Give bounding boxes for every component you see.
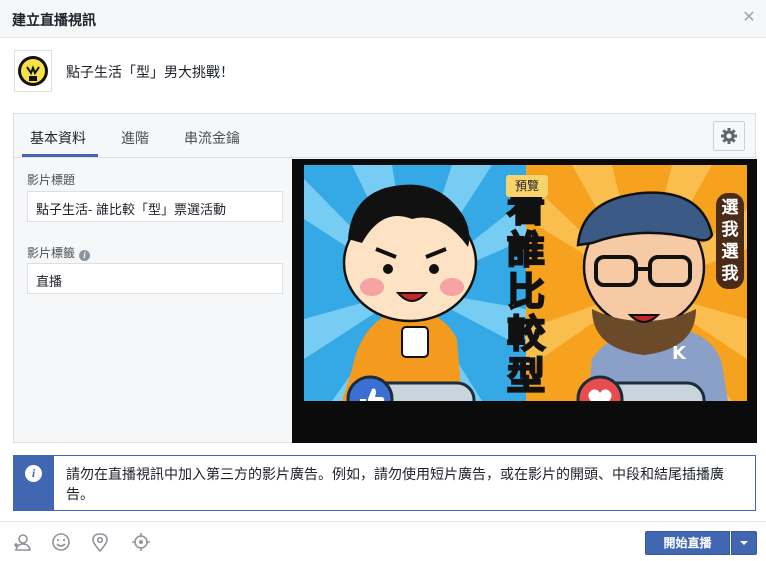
go-live-button[interactable]: 開始直播 [645,531,730,555]
tab-advanced[interactable]: 進階 [121,128,149,148]
ad-policy-notice: i 請勿在直播視訊中加入第三方的影片廣告。例如，請勿使用短片廣告，或在影片的開頭… [13,455,756,511]
info-icon: i [25,465,42,482]
active-tab-indicator [22,154,98,157]
tab-basic-info[interactable]: 基本資料 [30,128,86,148]
notice-icon-strip: i [14,456,54,510]
preview-badge: 預覽 [506,175,548,197]
close-icon[interactable]: ✕ [740,9,758,27]
video-preview: 選 我 選 我 K 看 誰 比 較 型 預覽 [292,159,757,443]
preview-thumbnail: 選 我 選 我 K 看 誰 比 較 型 [304,165,747,401]
vote-me-char-4: 我 [722,264,739,284]
chevron-down-icon [740,541,748,545]
target-audience-icon[interactable] [130,531,152,553]
vote-me-char-1: 選 [722,198,739,218]
title-char-4: 較 [507,312,546,356]
video-title-label: 影片標題 [27,173,76,187]
page-avatar [14,50,52,92]
notice-text: 請勿在直播視訊中加入第三方的影片廣告。例如，請勿使用短片廣告，或在影片的開頭、中… [66,466,724,502]
settings-button[interactable] [713,121,745,151]
tab-stream-key[interactable]: 串流金鑰 [184,128,240,148]
tag-people-icon[interactable] [12,531,34,553]
feeling-icon[interactable] [50,531,72,553]
footer-divider [0,521,766,522]
title-char-2: 誰 [507,228,545,272]
info-icon[interactable]: i [79,250,91,261]
vote-me-char-2: 我 [722,220,739,240]
video-tags-label: 影片標籤 i [27,244,91,261]
vote-me-char-3: 選 [722,242,739,262]
basic-info-form: 影片標題 點子生活- 誰比較「型」票選活動 影片標籤 i 直播 [14,159,292,443]
video-title-input[interactable]: 點子生活- 誰比較「型」票選活動 [27,191,283,222]
video-tags-input[interactable]: 直播 [27,263,283,294]
dialog-header: 建立直播視訊 ✕ [0,0,766,38]
k-logo: K [672,343,687,364]
dialog-title: 建立直播視訊 [12,12,96,28]
title-char-3: 比 [507,270,545,314]
page-name: 點子生活「型」男大挑戰！ [66,64,234,80]
title-char-5: 型 [507,354,545,398]
lightbulb-logo-icon [18,56,48,86]
composer-panel: 基本資料 進階 串流金鑰 影片標題 點子生活- 誰比較「型」票選活動 影片標籤 i… [13,113,757,443]
go-live-options-button[interactable] [731,531,757,555]
gear-icon [721,128,737,144]
location-icon[interactable] [89,531,111,553]
video-tags-label-text: 影片標籤 [27,246,76,260]
tab-bar: 基本資料 進階 串流金鑰 [14,114,755,158]
